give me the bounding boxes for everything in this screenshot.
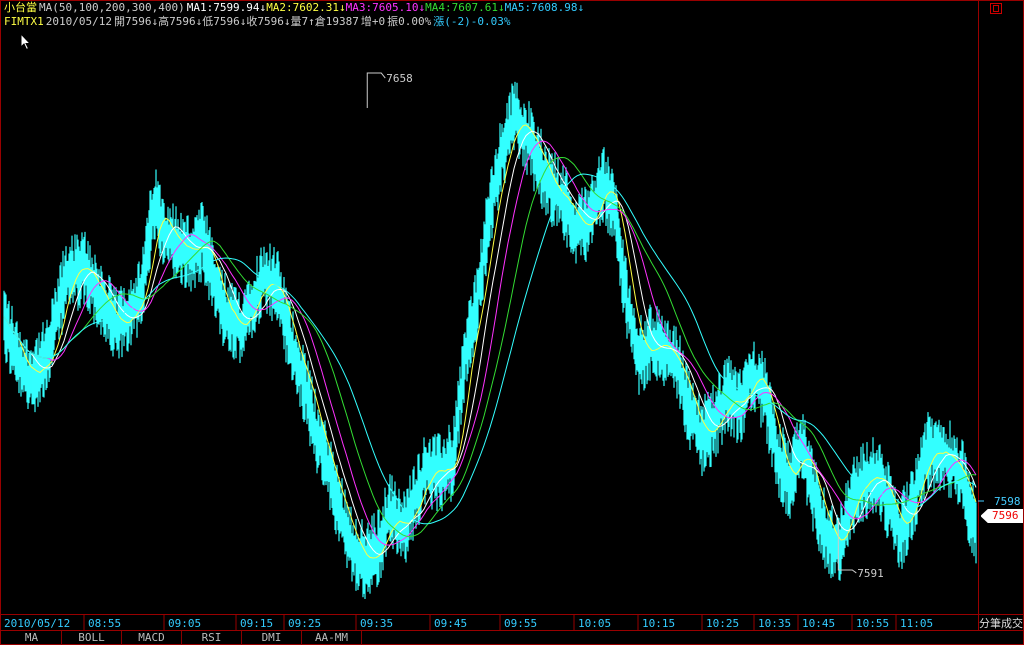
- high-marker-line: [366, 72, 386, 109]
- amplitude-value: 振0.00%: [387, 15, 432, 28]
- x-tick-label: 10:55: [856, 617, 889, 630]
- tab-dmi[interactable]: DMI: [242, 631, 302, 645]
- ma4-value: MA4:7607.61↓: [425, 1, 505, 14]
- ma3-value: MA3:7605.10↓: [345, 1, 426, 14]
- x-tick-label: 09:15: [240, 617, 273, 630]
- indicator-tabs: MA BOLL MACD RSI DMI AA-MM: [0, 631, 1024, 645]
- ma2-value: MA2:7602.31↓: [266, 1, 346, 14]
- change-value: 增+0: [360, 15, 386, 28]
- volume-value: 量7↑: [290, 15, 315, 28]
- x-tick-label: 11:05: [900, 617, 933, 630]
- date: 2010/05/12: [45, 15, 112, 28]
- symbol: FIMTX1: [4, 15, 44, 28]
- tab-aa-mm[interactable]: AA-MM: [302, 631, 362, 645]
- tick-trade-label: 分筆成交: [979, 617, 1023, 630]
- tab-ma[interactable]: MA: [2, 631, 62, 645]
- product-name: 小台當: [4, 1, 37, 14]
- mouse-pointer-icon: [20, 33, 32, 51]
- pct-change: 漲(-2)-0.03%: [433, 15, 511, 28]
- x-tick-label: 09:25: [288, 617, 321, 630]
- tab-boll[interactable]: BOLL: [62, 631, 122, 645]
- header-line-2: FIMTX1 2010/05/12 開7596↓高7596↓低7596↓收7596↓…: [4, 15, 510, 29]
- x-tick-label: 10:25: [706, 617, 739, 630]
- low-value: 低7596↓: [202, 15, 247, 28]
- x-tick-label: 10:35: [758, 617, 791, 630]
- x-tick-label: 10:45: [802, 617, 835, 630]
- high-value: 高7596↓: [158, 15, 203, 28]
- low-price-label: 7591: [857, 567, 884, 580]
- x-tick-label: 09:55: [504, 617, 537, 630]
- chart-canvas: 7658 7591 2010/05/12 08:55 09:05 09:15 09:25 0…: [0, 0, 1024, 645]
- ma5-value: MA5:7608.98↓: [504, 1, 585, 14]
- last-price-label: 7596: [992, 509, 1019, 522]
- open-value: 開7596↓: [113, 15, 159, 28]
- x-tick-label: 08:55: [88, 617, 121, 630]
- x-tick-label: 10:05: [578, 617, 611, 630]
- tab-macd[interactable]: MACD: [122, 631, 182, 645]
- close-value: 收7596↓: [246, 15, 291, 28]
- x-tick-label: 2010/05/12: [4, 617, 70, 630]
- tab-rsi[interactable]: RSI: [182, 631, 242, 645]
- x-tick-label: 09:05: [168, 617, 201, 630]
- x-tick-label: 09:35: [360, 617, 393, 630]
- header-line-1: 小台當 MA(50,100,200,300,400) MA1:7599.94↓MA2…: [4, 1, 584, 15]
- x-tick-label: 10:15: [642, 617, 675, 630]
- right-axis-price-label: 7598: [994, 495, 1021, 508]
- open-interest: 倉19387: [314, 15, 359, 28]
- ma-params: MA(50,100,200,300,400): [39, 1, 185, 14]
- restore-window-icon[interactable]: [990, 3, 1002, 14]
- high-price-label: 7658: [386, 72, 413, 85]
- x-tick-label: 09:45: [434, 617, 467, 630]
- ma1-value: MA1:7599.94↓: [186, 1, 267, 14]
